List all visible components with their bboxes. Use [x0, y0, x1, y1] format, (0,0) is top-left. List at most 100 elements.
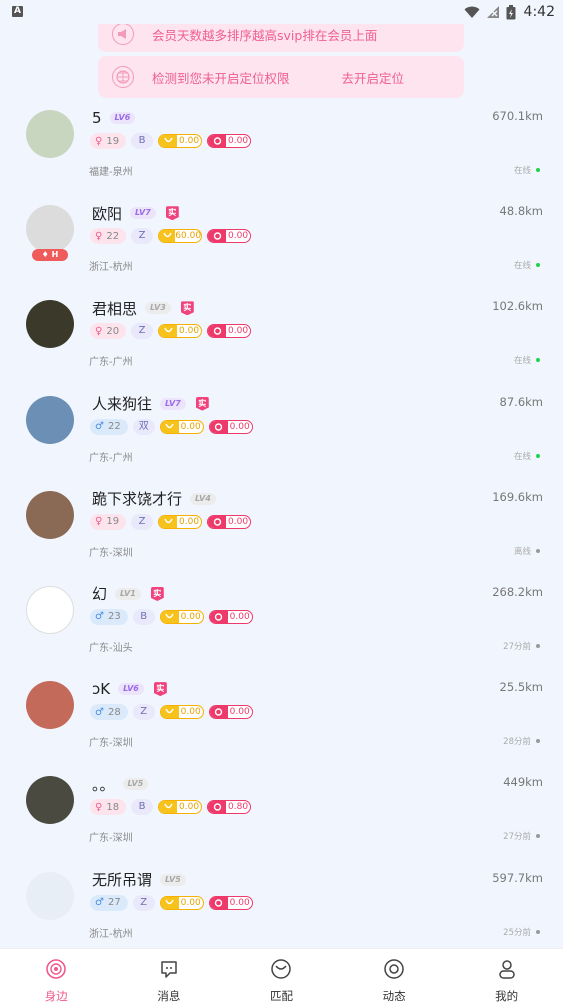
distance: 268.2km [492, 584, 543, 599]
tag-row: ♂ 23 B 0.00 0.00 [90, 608, 253, 625]
gift-value-pill: 0.00 [159, 895, 204, 910]
gift-icon [159, 801, 178, 814]
match-icon [270, 958, 292, 984]
user-row[interactable]: 幻 LV1 实 ♂ 23 B 0.00 0.00 广东-汕头 268.2km 27分前 [0, 568, 563, 663]
user-row[interactable]: 人来狗往 LV7 实 ♂ 22 双 0.00 0.00 广东-广州 87.6km 在线 [0, 378, 563, 473]
verified-badge: 实 [153, 682, 167, 697]
gift-icon [159, 135, 178, 147]
online-status: 28分前 [503, 735, 540, 747]
avatar[interactable] [26, 490, 74, 539]
signal-icon [486, 6, 499, 18]
tab-match[interactable]: 匹配 [225, 949, 338, 1002]
gift-value-pill: 0.00 [158, 134, 203, 148]
nick-row: ↄK LV6 实 [92, 679, 167, 699]
tab-label: 动态 [382, 989, 406, 1002]
location: 浙江-杭州 [89, 928, 133, 940]
distance: 169.6km [492, 489, 543, 504]
user-row[interactable]: 跪下求饶才行 LV4 ♀ 19 Z 0.00 0.00 广东-深圳 169.6km 离线 [0, 473, 563, 568]
avatar[interactable] [26, 776, 74, 825]
status-text: 27分前 [503, 641, 531, 652]
level-badge: LV5 [160, 873, 186, 886]
online-status: 离线 [514, 545, 540, 557]
avatar[interactable] [26, 205, 74, 254]
nearby-feed[interactable]: 会员天数越多排序越高svip排在会员上面 检测到您未开启定位权限 去开启定位 5… [0, 24, 563, 948]
user-row[interactable]: 。。 LV5 ♀ 18 B 0.00 0.80 广东-深圳 449km 27分前 [0, 758, 563, 853]
level-badge: LV3 [145, 302, 171, 315]
moments-icon [383, 958, 405, 984]
tab-label: 消息 [157, 989, 181, 1002]
age: 22 [107, 421, 121, 433]
gift-value: 0.00 [179, 802, 200, 813]
user-row[interactable]: 5 LV6 ♀ 19 B 0.00 0.00 福建-泉州 670.1km 在线 [0, 92, 563, 187]
tab-message[interactable]: 消息 [113, 949, 226, 1002]
gender-age-tag: ♀ 20 [90, 323, 127, 340]
tab-profile[interactable]: 我的 [450, 949, 563, 1002]
level-badge: LV7 [130, 207, 156, 220]
user-row[interactable]: 君相思 LV3 实 ♀ 20 Z 0.00 0.00 广东-广州 102.6km 在线 [0, 282, 563, 377]
heart-value-pill: 0.00 [207, 134, 252, 148]
avatar[interactable] [26, 395, 74, 444]
status-dot-icon [536, 358, 540, 363]
nick-row: 君相思 LV3 实 [92, 298, 194, 318]
gender-icon: ♂ [95, 897, 104, 908]
nickname: 跪下求饶才行 [92, 490, 183, 509]
status-bar: A 4:42 [0, 0, 563, 24]
heart-icon [209, 896, 228, 909]
heart-value: 0.80 [228, 802, 249, 813]
user-row[interactable]: ♦ H 欧阳 LV7 实 ♀ 22 Z 60.00 0.00 浙江-杭州 48.8km 在线 [0, 187, 563, 282]
user-row[interactable]: ↄK LV6 实 ♂ 28 Z 0.00 0.00 广东-深圳 25.5km 28分前 [0, 663, 563, 758]
location: 广东-广州 [89, 452, 133, 464]
level-badge: LV6 [118, 683, 144, 696]
heart-value: 0.00 [229, 897, 250, 908]
status-dot-icon [536, 834, 540, 839]
location: 广东-深圳 [89, 547, 133, 559]
heart-icon [208, 515, 227, 528]
location-grid-icon [112, 66, 134, 88]
gift-value-pill: 0.00 [159, 609, 204, 624]
avatar[interactable] [26, 300, 74, 349]
status-icons: 4:42 [464, 3, 555, 21]
gift-value: 0.00 [179, 326, 200, 337]
age: 19 [106, 516, 120, 528]
avatar[interactable] [26, 585, 74, 634]
heart-value: 0.00 [228, 231, 249, 242]
nickname: ↄK [92, 680, 111, 699]
heart-icon [209, 706, 228, 719]
tag-row: ♂ 27 Z 0.00 0.00 [90, 894, 253, 911]
tab-label: 我的 [495, 989, 519, 1002]
avatar[interactable] [26, 681, 74, 730]
avatar[interactable] [26, 110, 74, 158]
distance: 87.6km [499, 394, 543, 409]
verified-badge: 实 [195, 396, 209, 411]
location: 广东-汕头 [89, 642, 133, 654]
gender-age-tag: ♂ 28 [90, 704, 128, 721]
age: 28 [107, 706, 121, 718]
tab-moments[interactable]: 动态 [338, 949, 451, 1002]
role-tag: Z [132, 704, 155, 721]
tab-nearby[interactable]: 身边 [0, 949, 113, 1002]
nickname: 5 [92, 109, 102, 127]
status-dot-icon [536, 739, 540, 744]
tag-row: ♀ 19 B 0.00 0.00 [90, 133, 252, 149]
battery-icon [506, 4, 516, 19]
nearby-icon [45, 958, 67, 984]
gift-icon [160, 896, 179, 909]
enable-location-link[interactable]: 去开启定位 [342, 68, 405, 87]
heart-value: 0.00 [228, 326, 249, 337]
heart-value-pill: 0.00 [208, 419, 253, 434]
gender-age-tag: ♀ 22 [90, 228, 127, 245]
status-text: 27分前 [503, 832, 531, 843]
avatar[interactable] [26, 871, 74, 920]
online-status: 27分前 [503, 830, 540, 842]
status-text: 25分前 [503, 927, 531, 938]
user-row[interactable]: 无所吊谓 LV5 ♂ 27 Z 0.00 0.00 浙江-杭州 597.7km 25分前 [0, 854, 563, 949]
online-status: 在线 [514, 259, 540, 271]
level-badge: LV4 [190, 492, 216, 505]
heart-value-pill: 0.00 [208, 705, 253, 720]
gender-icon: ♂ [95, 421, 104, 433]
vip-banner[interactable]: 会员天数越多排序越高svip排在会员上面 [98, 24, 464, 52]
gender-age-tag: ♀ 18 [90, 799, 127, 816]
status-dot-icon [536, 453, 540, 458]
location-banner-text: 检测到您未开启定位权限 [152, 70, 290, 86]
heart-value-pill: 0.00 [207, 514, 252, 529]
